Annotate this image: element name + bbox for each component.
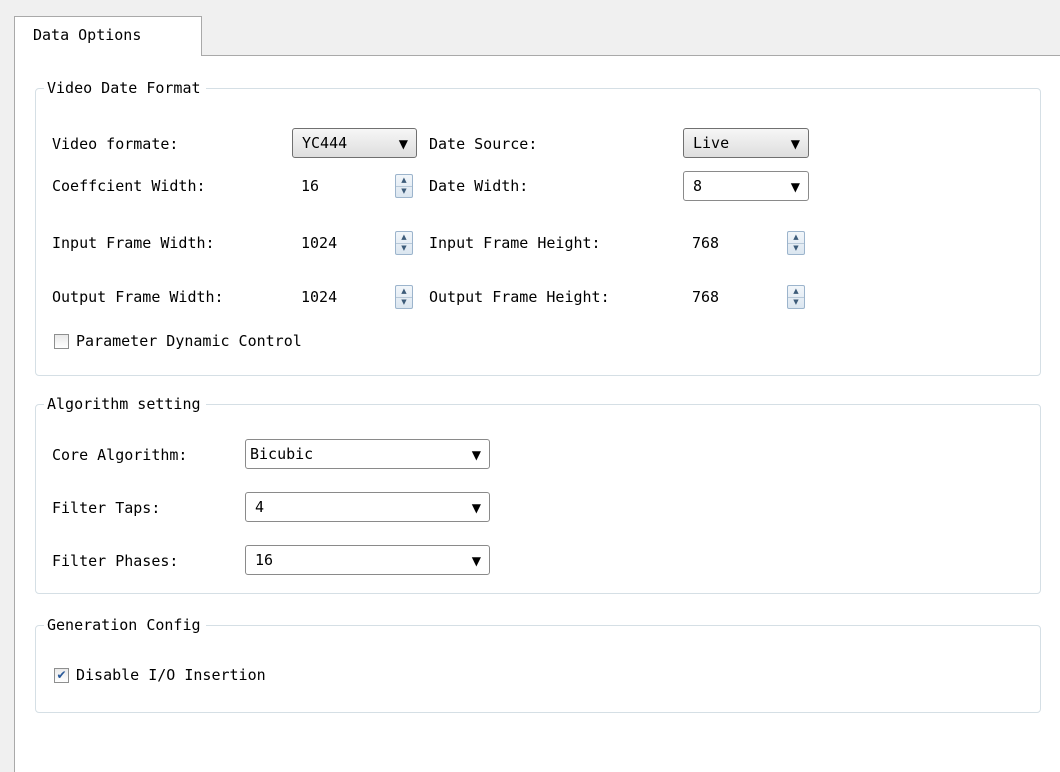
spin-buttons[interactable]: ▲ ▼ (395, 285, 413, 309)
output-frame-width-label: Output Frame Width: (52, 288, 224, 306)
spin-down-icon[interactable]: ▼ (788, 243, 804, 254)
selected-value: Live (693, 134, 730, 152)
spin-buttons[interactable]: ▲ ▼ (395, 174, 413, 198)
tab-strip: Data Options (0, 0, 1060, 56)
data-options-panel: Video Date Format Video formate: YC444 ▼… (14, 55, 1060, 772)
data-width-label: Date Width: (429, 177, 529, 195)
group-title: Video Date Format (44, 78, 206, 98)
input-frame-width-label: Input Frame Width: (52, 234, 215, 252)
generation-config-group: Generation Config ✔ Disable I/O Insertio… (35, 615, 1041, 713)
disable-io-insertion-label[interactable]: Disable I/O Insertion (76, 665, 266, 685)
group-title: Generation Config (44, 615, 206, 635)
spin-value: 768 (692, 234, 720, 252)
input-frame-height-spinbox[interactable]: 768 ▲ ▼ (683, 228, 809, 258)
filter-taps-dropdown[interactable]: 4 ▼ (245, 492, 490, 522)
output-frame-width-spinbox[interactable]: 1024 ▲ ▼ (292, 282, 417, 312)
spin-buttons[interactable]: ▲ ▼ (395, 231, 413, 255)
spin-value: 1024 (301, 288, 338, 306)
chevron-down-icon: ▼ (398, 137, 408, 151)
selected-value: YC444 (302, 134, 348, 152)
chevron-down-icon: ▼ (471, 501, 481, 515)
spin-down-icon[interactable]: ▼ (396, 186, 412, 197)
coefficient-width-spinbox[interactable]: 16 ▲ ▼ (292, 171, 417, 201)
selected-value: 8 (693, 177, 703, 195)
filter-taps-label: Filter Taps: (52, 499, 161, 517)
spin-value: 16 (301, 177, 320, 195)
selected-value: Bicubic (250, 445, 314, 463)
data-source-label: Date Source: (429, 135, 538, 153)
data-source-dropdown[interactable]: Live ▼ (683, 128, 809, 158)
chevron-down-icon: ▼ (471, 554, 481, 568)
tab-label: Data Options (33, 26, 142, 44)
video-data-format-group: Video Date Format Video formate: YC444 ▼… (35, 78, 1041, 376)
spin-down-icon[interactable]: ▼ (396, 297, 412, 308)
checkmark-icon: ✔ (56, 668, 67, 682)
input-frame-width-spinbox[interactable]: 1024 ▲ ▼ (292, 228, 417, 258)
group-title: Algorithm setting (44, 394, 206, 414)
input-frame-height-label: Input Frame Height: (429, 234, 601, 252)
spin-value: 1024 (301, 234, 338, 252)
selected-value: 4 (255, 498, 265, 516)
core-algorithm-label: Core Algorithm: (52, 446, 188, 464)
parameter-dynamic-control-label[interactable]: Parameter Dynamic Control (76, 331, 302, 351)
output-frame-height-spinbox[interactable]: 768 ▲ ▼ (683, 282, 809, 312)
disable-io-insertion-checkbox[interactable]: ✔ (54, 668, 69, 683)
selected-value: 16 (255, 551, 274, 569)
parameter-dynamic-control-checkbox[interactable] (54, 334, 69, 349)
spin-value: 768 (692, 288, 720, 306)
spin-down-icon[interactable]: ▼ (788, 297, 804, 308)
coefficient-width-label: Coeffcient Width: (52, 177, 206, 195)
chevron-down-icon: ▼ (790, 137, 800, 151)
chevron-down-icon: ▼ (790, 180, 800, 194)
tab-data-options[interactable]: Data Options (14, 16, 202, 56)
data-width-dropdown[interactable]: 8 ▼ (683, 171, 809, 201)
spin-buttons[interactable]: ▲ ▼ (787, 285, 805, 309)
filter-phases-dropdown[interactable]: 16 ▼ (245, 545, 490, 575)
filter-phases-label: Filter Phases: (52, 552, 179, 570)
spin-buttons[interactable]: ▲ ▼ (787, 231, 805, 255)
output-frame-height-label: Output Frame Height: (429, 288, 610, 306)
video-format-dropdown[interactable]: YC444 ▼ (292, 128, 417, 158)
algorithm-setting-group: Algorithm setting Core Algorithm: Bicubi… (35, 394, 1041, 594)
video-format-label: Video formate: (52, 135, 179, 153)
spin-down-icon[interactable]: ▼ (396, 243, 412, 254)
core-algorithm-dropdown[interactable]: Bicubic ▼ (245, 439, 490, 469)
chevron-down-icon: ▼ (471, 448, 481, 462)
